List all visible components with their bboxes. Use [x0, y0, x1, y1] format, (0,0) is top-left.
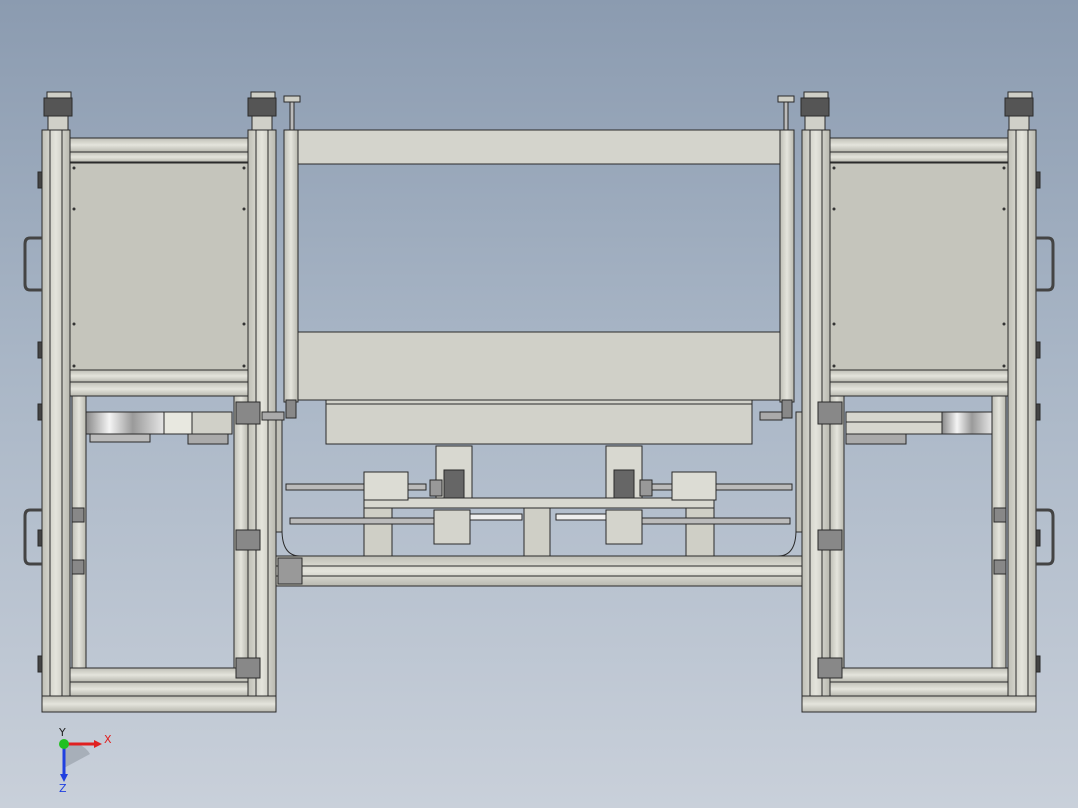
- right-handle-upper: [1036, 236, 1055, 292]
- cad-model-drawing[interactable]: [0, 0, 1078, 808]
- graphics-viewport[interactable]: X Y Z: [0, 0, 1078, 808]
- coordinate-triad: X Y Z: [50, 726, 120, 795]
- left-handle-upper: [23, 236, 42, 292]
- left-frame: [23, 91, 277, 713]
- right-post-outer: [1007, 129, 1037, 713]
- left-post-outer: [41, 129, 71, 713]
- right-frame: [800, 91, 1055, 713]
- upper-beam: [297, 129, 781, 165]
- y-axis-dot: [59, 739, 69, 749]
- right-cabinet-panel: [829, 162, 1009, 371]
- left-lift-cylinder: [429, 445, 473, 499]
- carrier-box: [325, 399, 753, 445]
- left-cabinet-panel: [69, 162, 249, 371]
- leveling-foot-left-1: [43, 91, 73, 131]
- right-lift-cylinder: [605, 445, 653, 499]
- leveling-foot-right-1: [800, 91, 830, 131]
- lower-beam: [297, 331, 781, 401]
- center-lift-frame: [261, 95, 803, 587]
- bottom-cross-beam: [275, 555, 803, 587]
- left-servo-unit: [85, 411, 165, 435]
- x-axis-label: X: [104, 733, 112, 746]
- z-axis-label: Z: [59, 782, 67, 794]
- leveling-foot-left-2: [247, 91, 277, 131]
- y-axis-label: Y: [58, 728, 66, 739]
- right-servo-unit: [845, 411, 943, 435]
- leveling-foot-right-2: [1004, 91, 1034, 131]
